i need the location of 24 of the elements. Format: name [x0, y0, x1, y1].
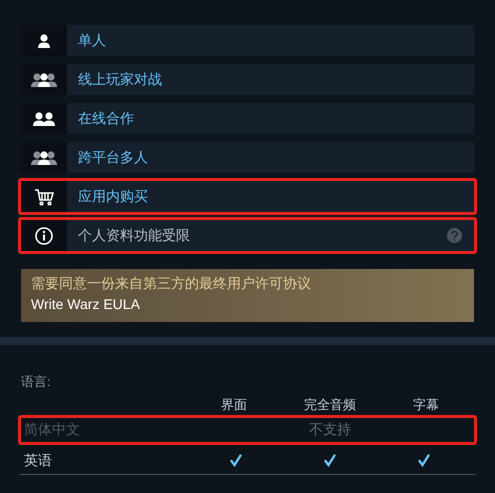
people-icon: [32, 110, 56, 126]
unsupported-note: 不支持: [308, 420, 352, 439]
cart-icon: [34, 188, 54, 206]
people-icon: [31, 72, 57, 88]
people-icon: [31, 150, 57, 166]
person-icon: [37, 32, 51, 48]
eula-notice-text: 需要同意一份来自第三方的最终用户许可协议: [31, 274, 312, 293]
feature-row[interactable]: 个人资料功能受限: [18, 217, 477, 254]
column-header: 完全音频: [303, 396, 357, 414]
help-icon[interactable]: [447, 228, 462, 243]
feature-label: 单人: [78, 31, 106, 50]
language-name: 简体中文: [24, 420, 81, 439]
feature-label: 在线合作: [78, 109, 134, 128]
language-name: 英语: [24, 451, 53, 470]
languages-title: 语言:: [21, 373, 52, 391]
column-header: 字幕: [412, 396, 440, 414]
feature-row[interactable]: 应用内购买: [18, 178, 477, 215]
feature-label: 跨平台多人: [78, 148, 148, 167]
eula-link[interactable]: Write Warz EULA: [31, 293, 464, 315]
feature-label: 个人资料功能受限: [78, 226, 190, 245]
feature-label: 应用内购买: [78, 187, 148, 206]
column-header: 界面: [220, 396, 248, 414]
info-icon: [35, 226, 53, 244]
feature-label: 线上玩家对战: [78, 70, 162, 89]
